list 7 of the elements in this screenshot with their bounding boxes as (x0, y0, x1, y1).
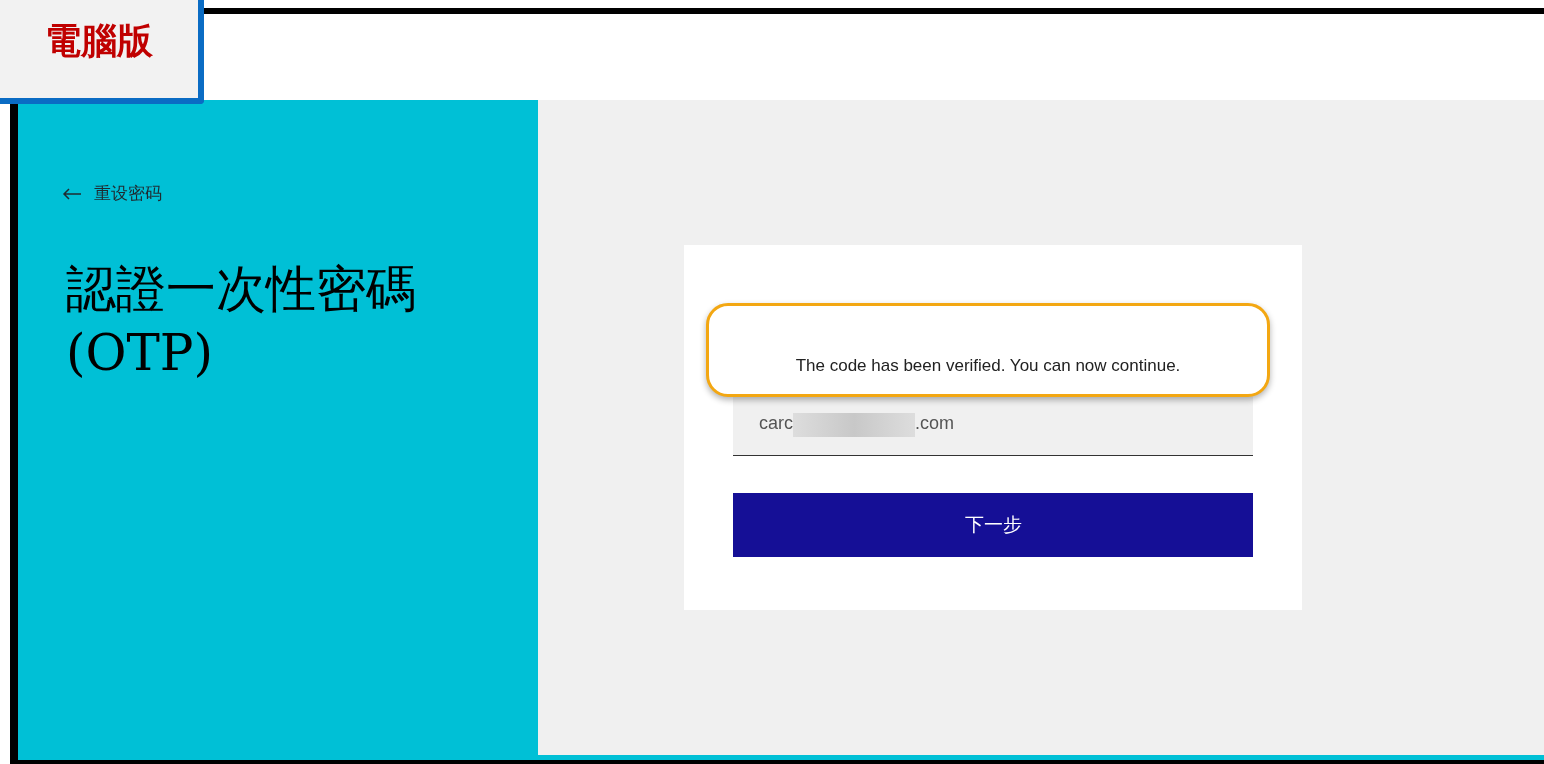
back-link[interactable]: 重设密码 (62, 182, 538, 205)
verification-message: The code has been verified. You can now continue. (706, 303, 1270, 397)
next-button[interactable]: 下一步 (733, 493, 1253, 557)
left-arrow-icon (62, 187, 82, 200)
email-field[interactable]: carc .com (733, 397, 1253, 456)
version-label: 電腦版 (0, 0, 204, 104)
page-title: 認證一次性密碼 (OTP) (66, 259, 417, 384)
